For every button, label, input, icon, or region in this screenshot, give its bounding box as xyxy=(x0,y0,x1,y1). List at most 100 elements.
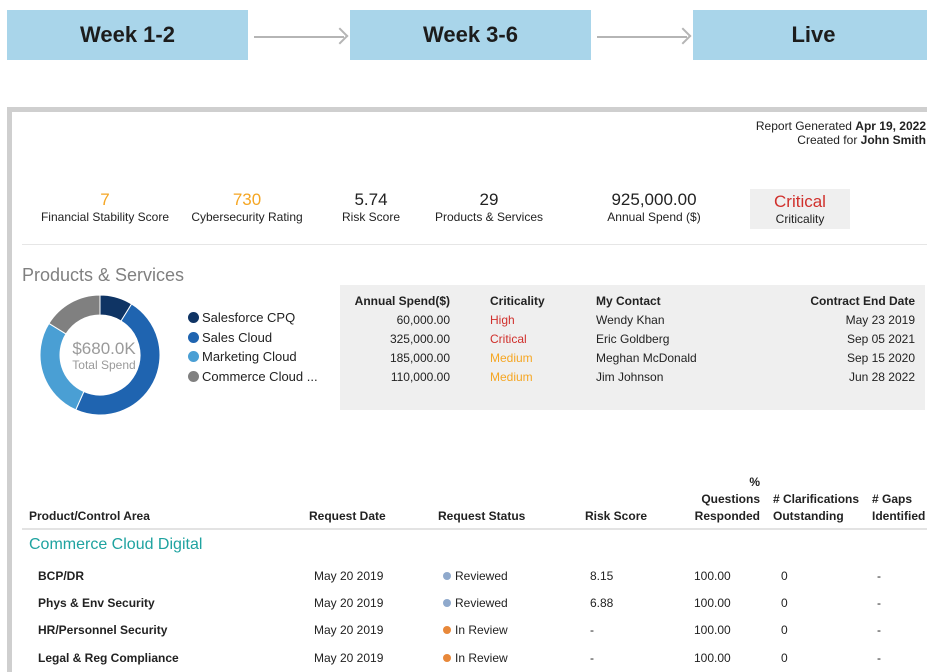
cell-gaps: - xyxy=(877,569,881,583)
cell-criticality: Medium xyxy=(490,370,533,384)
kpi-criticality: Critical Criticality xyxy=(750,189,850,229)
cell-risk: 6.88 xyxy=(590,596,614,610)
legend-label: Salesforce CPQ xyxy=(202,310,296,325)
donut-slice-1[interactable] xyxy=(75,303,161,416)
cell-end-date: Jun 28 2022 xyxy=(848,370,915,384)
table-row[interactable]: BCP/DR May 20 2019 Reviewed 8.15 100.00 … xyxy=(22,567,927,589)
cell-status: Reviewed xyxy=(443,596,508,610)
table-row: 185,000.00 Medium Meghan McDonald Sep 15… xyxy=(340,351,925,370)
cell-criticality: High xyxy=(490,313,515,327)
cell-status: In Review xyxy=(443,623,508,637)
created-for-label: Created for xyxy=(797,133,858,147)
arrow-head-icon xyxy=(331,27,349,45)
group-title[interactable]: Commerce Cloud Digital xyxy=(29,536,202,554)
kpi-value: Critical xyxy=(774,192,826,211)
kpi-value: 730 xyxy=(232,190,262,209)
cell-risk: - xyxy=(590,651,594,665)
kpi-financial-stability: 7 Financial Stability Score xyxy=(29,190,181,224)
arrow-head-icon xyxy=(674,27,692,45)
legend-label: Sales Cloud xyxy=(202,329,273,345)
cell-spend: 60,000.00 xyxy=(396,313,450,327)
cell-spend: 110,000.00 xyxy=(390,370,450,384)
kpi-value: 5.74 xyxy=(354,190,388,209)
donut-svg xyxy=(39,294,161,416)
cell-clar: 0 xyxy=(781,569,788,583)
legend-dot-icon xyxy=(188,331,199,343)
cell-area: BCP/DR xyxy=(38,569,85,583)
cell-gaps: - xyxy=(877,623,881,637)
legend-label: Marketing Cloud xyxy=(202,349,297,364)
status-label: In Review xyxy=(455,623,508,637)
kpi-value: 29 xyxy=(479,190,499,209)
cell-contact: Wendy Khan xyxy=(596,313,665,327)
header-gaps: # Gaps Identified xyxy=(872,491,925,525)
status-label: Reviewed xyxy=(455,569,508,583)
cell-end-date: Sep 05 2021 xyxy=(846,332,915,346)
header-annual-spend: Annual Spend($) xyxy=(354,294,450,308)
kpi-value: 925,000.00 xyxy=(611,190,697,209)
kpi-label: Criticality xyxy=(775,212,825,226)
header-area: Product/Control Area xyxy=(29,509,150,523)
report-generated-label: Report Generated xyxy=(755,119,852,133)
header-clar-line1: # Clarifications xyxy=(773,492,860,506)
cell-criticality: Medium xyxy=(490,351,533,365)
report-generated: Report Generated Apr 19, 2022 xyxy=(756,119,926,133)
legend-item: Commerce Cloud ... xyxy=(188,367,318,387)
legend-dot-icon xyxy=(188,312,199,324)
report-created-for: Created for John Smith xyxy=(756,133,926,147)
cell-end-date: May 23 2019 xyxy=(845,313,915,327)
legend-dot-icon xyxy=(188,351,199,363)
header-pct-line2: Responded xyxy=(694,509,760,523)
cell-pct: 100.00 xyxy=(694,651,731,665)
cell-area: Legal & Reg Compliance xyxy=(38,651,179,665)
kpi-label: Products & Services xyxy=(434,210,544,224)
created-for-name: John Smith xyxy=(860,133,926,147)
cell-area: HR/Personnel Security xyxy=(38,623,168,637)
products-section-title: Products & Services xyxy=(22,265,185,285)
divider xyxy=(22,244,927,245)
cell-risk: 8.15 xyxy=(590,569,614,583)
report-panel: Report Generated Apr 19, 2022 Created fo… xyxy=(7,107,927,672)
legend-item: Sales Cloud xyxy=(188,328,318,348)
header-pct-responded: % Questions Responded xyxy=(688,474,760,525)
cell-clar: 0 xyxy=(781,651,788,665)
cell-spend: 325,000.00 xyxy=(389,332,450,346)
table-row[interactable]: HR/Personnel Security May 20 2019 In Rev… xyxy=(22,621,927,643)
kpi-risk-score: 5.74 Risk Score xyxy=(337,190,405,224)
header-request-status: Request Status xyxy=(438,509,526,523)
cell-area: Phys & Env Security xyxy=(38,596,155,610)
arrow-connector xyxy=(254,27,349,45)
table-row[interactable]: Legal & Reg Compliance May 20 2019 In Re… xyxy=(22,649,927,671)
kpi-value: 7 xyxy=(100,190,110,209)
table-row: 325,000.00 Critical Eric Goldberg Sep 05… xyxy=(340,332,925,351)
header-clarifications: # Clarifications Outstanding xyxy=(773,491,859,525)
status-label: Reviewed xyxy=(455,596,508,610)
header-criticality: Criticality xyxy=(490,294,545,308)
cell-contact: Jim Johnson xyxy=(596,370,664,384)
status-dot-icon xyxy=(443,572,451,580)
table-row[interactable]: Phys & Env Security May 20 2019 Reviewed… xyxy=(22,594,927,616)
cell-spend: 185,000.00 xyxy=(389,351,450,365)
legend-label: Commerce Cloud ... xyxy=(202,368,318,384)
arrow-connector xyxy=(597,27,692,45)
products-table-header: Annual Spend($) Criticality My Contact C… xyxy=(340,294,925,313)
donut-slice-3[interactable] xyxy=(48,294,101,335)
report-meta: Report Generated Apr 19, 2022 Created fo… xyxy=(756,119,926,147)
status-label: In Review xyxy=(455,651,508,665)
cell-date: May 20 2019 xyxy=(314,623,384,637)
report-generated-date: Apr 19, 2022 xyxy=(855,119,926,133)
header-clar-line2: Outstanding xyxy=(773,509,844,523)
kpi-annual-spend: 925,000.00 Annual Spend ($) xyxy=(594,190,714,224)
cell-gaps: - xyxy=(877,596,881,610)
cell-date: May 20 2019 xyxy=(314,596,384,610)
status-dot-icon xyxy=(443,654,451,662)
cell-pct: 100.00 xyxy=(694,623,731,637)
cell-date: May 20 2019 xyxy=(314,569,384,583)
phase-week-3-6: Week 3-6 xyxy=(350,10,591,60)
donut-legend: Salesforce CPQ Sales Cloud Marketing Clo… xyxy=(188,308,318,386)
legend-item: Marketing Cloud xyxy=(188,347,318,367)
donut-slice-2[interactable] xyxy=(39,322,85,411)
cell-status: In Review xyxy=(443,651,508,665)
status-dot-icon xyxy=(443,626,451,634)
spend-donut-chart: $680.0K Total Spend xyxy=(38,293,162,417)
